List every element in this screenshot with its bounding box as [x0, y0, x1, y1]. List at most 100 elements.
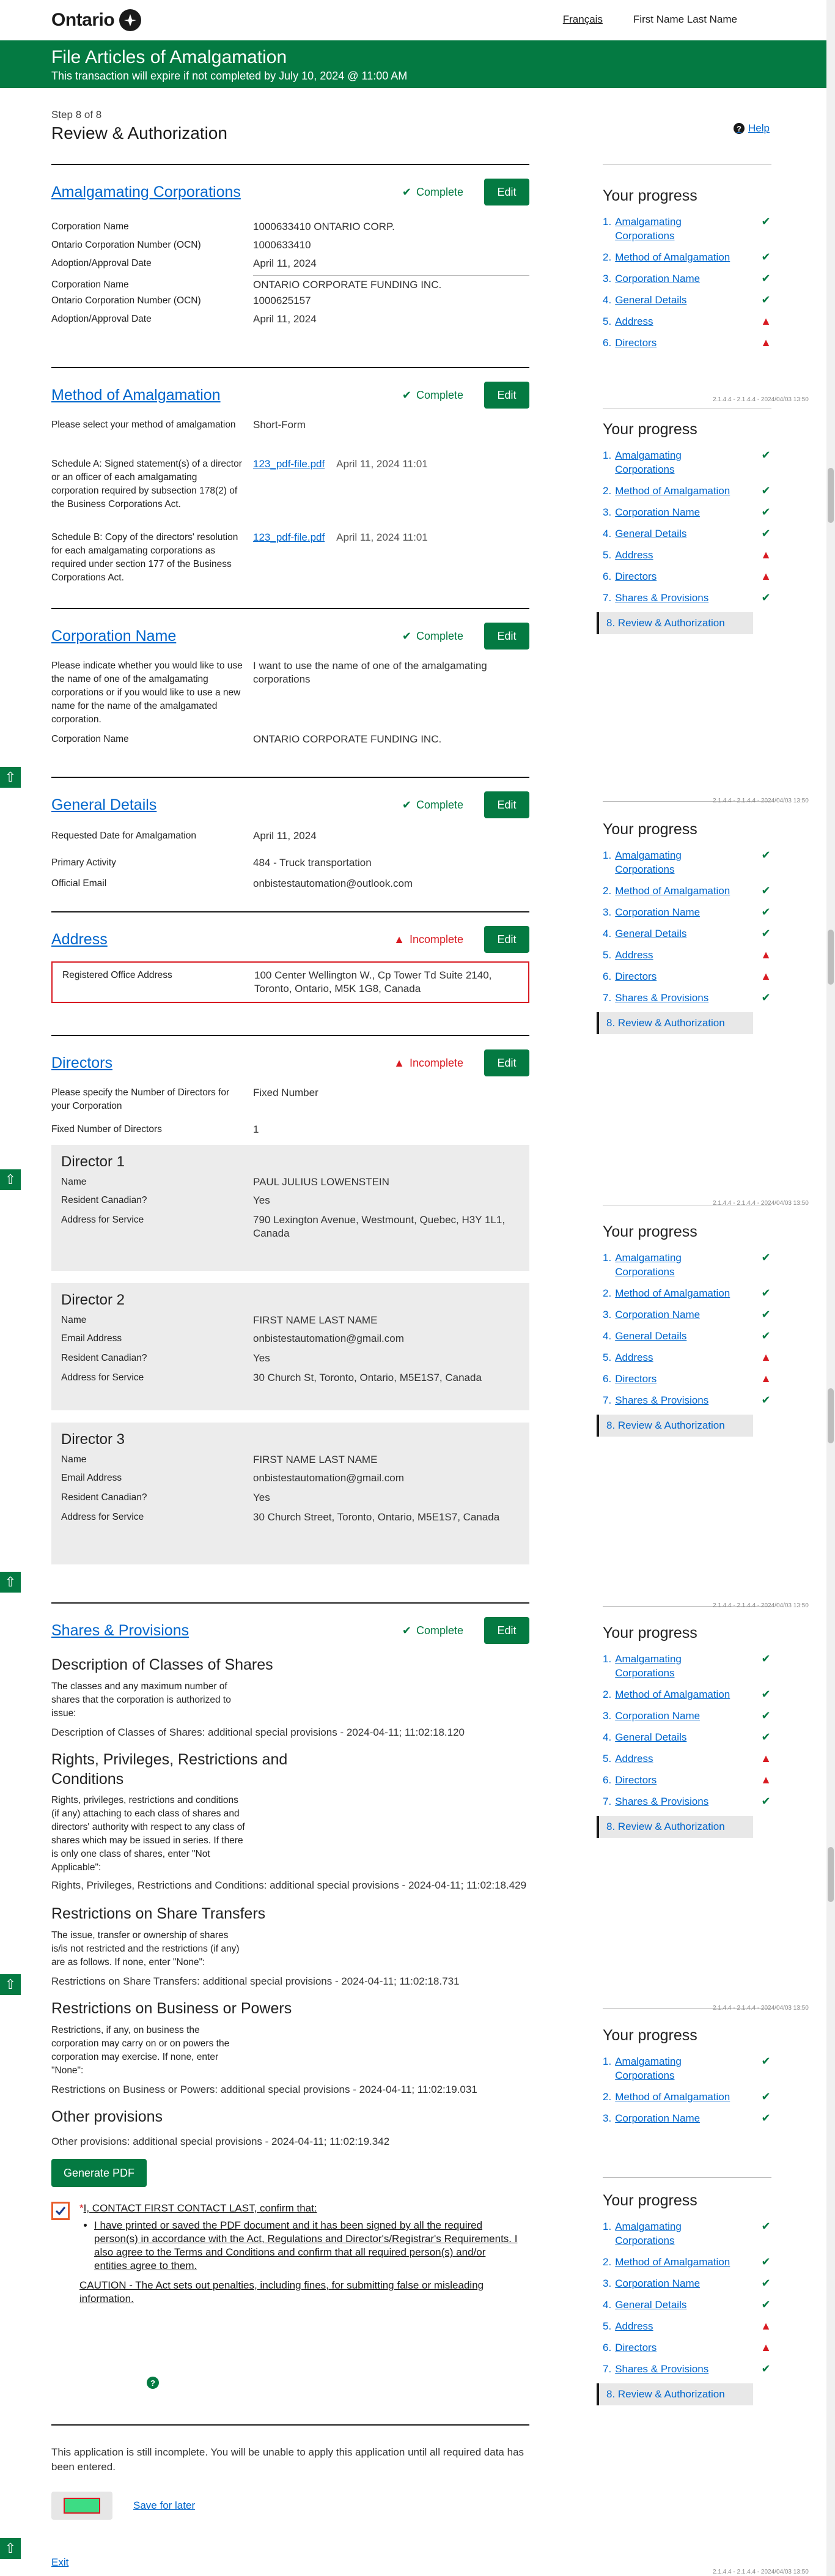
progress-step-link[interactable]: Amalgamating Corporations [615, 2219, 737, 2248]
scrollbar-thumb[interactable] [828, 1388, 834, 1443]
progress-step[interactable]: 7. Shares & Provisions ✔ [603, 2362, 771, 2376]
progress-step-link[interactable]: Address [615, 2319, 653, 2333]
progress-step[interactable]: 2. Method of Amalgamation ✔ [603, 884, 771, 898]
progress-step[interactable]: 6. Directors ▲ [603, 969, 771, 983]
progress-step[interactable]: 4. General Details ✔ [603, 293, 771, 307]
progress-step-link[interactable]: Method of Amalgamation [615, 1687, 730, 1701]
progress-step-link[interactable]: Corporation Name [615, 1709, 700, 1723]
progress-step[interactable]: 7. Shares & Provisions ✔ [603, 591, 771, 605]
progress-step[interactable]: 5. Address ▲ [603, 548, 771, 562]
exit-link[interactable]: Exit [51, 2556, 529, 2569]
progress-step-link[interactable]: Method of Amalgamation [615, 484, 730, 498]
progress-step[interactable]: 3. Corporation Name ✔ [603, 1709, 771, 1723]
progress-step-link[interactable]: Shares & Provisions [615, 1794, 708, 1808]
progress-step[interactable]: 1. Amalgamating Corporations ✔ [603, 448, 771, 476]
progress-step-link[interactable]: Corporation Name [615, 2111, 700, 2125]
progress-step-link[interactable]: Address [615, 1752, 653, 1766]
edit-button[interactable]: Edit [484, 1049, 529, 1076]
progress-step[interactable]: 4. General Details ✔ [603, 1329, 771, 1343]
progress-step-link[interactable]: Method of Amalgamation [615, 2255, 730, 2269]
section-title[interactable]: Amalgamating Corporations [51, 183, 241, 201]
scrollbar-thumb[interactable] [828, 468, 834, 523]
progress-step[interactable]: 5. Address ▲ [603, 948, 771, 962]
user-name[interactable]: First Name Last Name [633, 13, 737, 26]
progress-step[interactable]: 6. Directors ▲ [603, 336, 771, 350]
language-toggle-link[interactable]: Français [563, 13, 603, 26]
progress-step[interactable]: 7. Shares & Provisions ✔ [603, 1393, 771, 1407]
section-title[interactable]: Address [51, 931, 108, 949]
progress-step-link[interactable]: Method of Amalgamation [615, 2090, 730, 2104]
progress-step-link[interactable]: General Details [615, 2298, 686, 2312]
back-to-top-button[interactable]: ⇧ [0, 2538, 21, 2559]
progress-step[interactable]: 2. Method of Amalgamation ✔ [603, 484, 771, 498]
progress-step[interactable]: 3. Corporation Name ✔ [603, 2276, 771, 2290]
progress-step[interactable]: 7. Shares & Provisions ✔ [603, 1794, 771, 1808]
ontario-logo[interactable]: Ontario [51, 9, 142, 31]
schedule-b-file-link[interactable]: 123_pdf-file.pdf [253, 531, 325, 543]
progress-step[interactable]: 1. Amalgamating Corporations ✔ [603, 848, 771, 876]
progress-step-link[interactable]: Amalgamating Corporations [615, 215, 737, 243]
info-icon[interactable]: ? [147, 2377, 159, 2389]
progress-step[interactable]: 4. General Details ✔ [603, 927, 771, 941]
progress-step-link[interactable]: Corporation Name [615, 905, 700, 919]
progress-step-link[interactable]: Shares & Provisions [615, 1393, 708, 1407]
progress-step[interactable]: 2. Method of Amalgamation ✔ [603, 1687, 771, 1701]
progress-step-link[interactable]: Directors [615, 969, 657, 983]
scrollbar-thumb[interactable] [828, 1847, 834, 1902]
progress-step[interactable]: 2. Method of Amalgamation ✔ [603, 2255, 771, 2269]
section-title[interactable]: Method of Amalgamation [51, 387, 221, 404]
edit-button[interactable]: Edit [484, 926, 529, 953]
progress-step-link[interactable]: Corporation Name [615, 272, 700, 286]
progress-step-link[interactable]: Directors [615, 1773, 657, 1787]
progress-step-link[interactable]: Method of Amalgamation [615, 884, 730, 898]
progress-step[interactable]: 6. Directors ▲ [603, 1372, 771, 1386]
save-for-later-link[interactable]: Save for later [133, 2500, 195, 2512]
progress-step-link[interactable]: Directors [615, 569, 657, 583]
progress-step-link[interactable]: Corporation Name [615, 1308, 700, 1322]
edit-button[interactable]: Edit [484, 1617, 529, 1644]
progress-step-link[interactable]: General Details [615, 1329, 686, 1343]
progress-step-link[interactable]: Directors [615, 1372, 657, 1386]
progress-step[interactable]: 1. Amalgamating Corporations ✔ [603, 2219, 771, 2248]
generate-pdf-button[interactable]: Generate PDF [51, 2159, 147, 2187]
progress-step-link[interactable]: Directors [615, 336, 657, 350]
progress-step[interactable]: 3. Corporation Name ✔ [603, 505, 771, 519]
progress-step-link[interactable]: Corporation Name [615, 505, 700, 519]
progress-step[interactable]: 5. Address ▲ [603, 1752, 771, 1766]
progress-step[interactable]: 6. Directors ▲ [603, 2341, 771, 2355]
edit-button[interactable]: Edit [484, 382, 529, 409]
progress-step-link[interactable]: Address [615, 1350, 653, 1364]
edit-button[interactable]: Edit [484, 623, 529, 650]
progress-step-link[interactable]: Shares & Provisions [615, 991, 708, 1005]
progress-step-link[interactable]: Shares & Provisions [615, 2362, 708, 2376]
page-scrollbar[interactable] [826, 0, 835, 2576]
progress-step-link[interactable]: Amalgamating Corporations [615, 848, 737, 876]
progress-step-link[interactable]: General Details [615, 927, 686, 941]
back-to-top-button[interactable]: ⇧ [0, 1974, 21, 1995]
progress-step-link[interactable]: Address [615, 548, 653, 562]
progress-step-link[interactable]: Directors [615, 2341, 657, 2355]
section-title[interactable]: Directors [51, 1054, 112, 1072]
progress-step[interactable]: 2. Method of Amalgamation ✔ [603, 2090, 771, 2104]
progress-step[interactable]: 1. Amalgamating Corporations ✔ [603, 1652, 771, 1680]
progress-step-link[interactable]: Amalgamating Corporations [615, 1251, 737, 1279]
progress-step-link[interactable]: Method of Amalgamation [615, 1286, 730, 1300]
progress-step[interactable]: 1. Amalgamating Corporations ✔ [603, 215, 771, 243]
back-to-top-button[interactable]: ⇧ [0, 1169, 21, 1190]
progress-step-link[interactable]: Address [615, 314, 653, 328]
progress-step[interactable]: 5. Address ▲ [603, 314, 771, 328]
progress-step-link[interactable]: Method of Amalgamation [615, 250, 730, 264]
progress-step-link[interactable]: General Details [615, 293, 686, 307]
back-to-top-button[interactable]: ⇧ [0, 1572, 21, 1593]
progress-step-link[interactable]: General Details [615, 1730, 686, 1744]
progress-step[interactable]: 2. Method of Amalgamation ✔ [603, 250, 771, 264]
progress-step[interactable]: 7. Shares & Provisions ✔ [603, 991, 771, 1005]
progress-step[interactable]: 3. Corporation Name ✔ [603, 272, 771, 286]
progress-step[interactable]: 1. Amalgamating Corporations ✔ [603, 2054, 771, 2082]
edit-button[interactable]: Edit [484, 179, 529, 205]
section-title[interactable]: General Details [51, 796, 156, 814]
confirm-checkbox[interactable] [51, 2202, 70, 2220]
edit-button[interactable]: Edit [484, 791, 529, 818]
scrollbar-thumb[interactable] [828, 930, 834, 985]
progress-step[interactable]: 2. Method of Amalgamation ✔ [603, 1286, 771, 1300]
